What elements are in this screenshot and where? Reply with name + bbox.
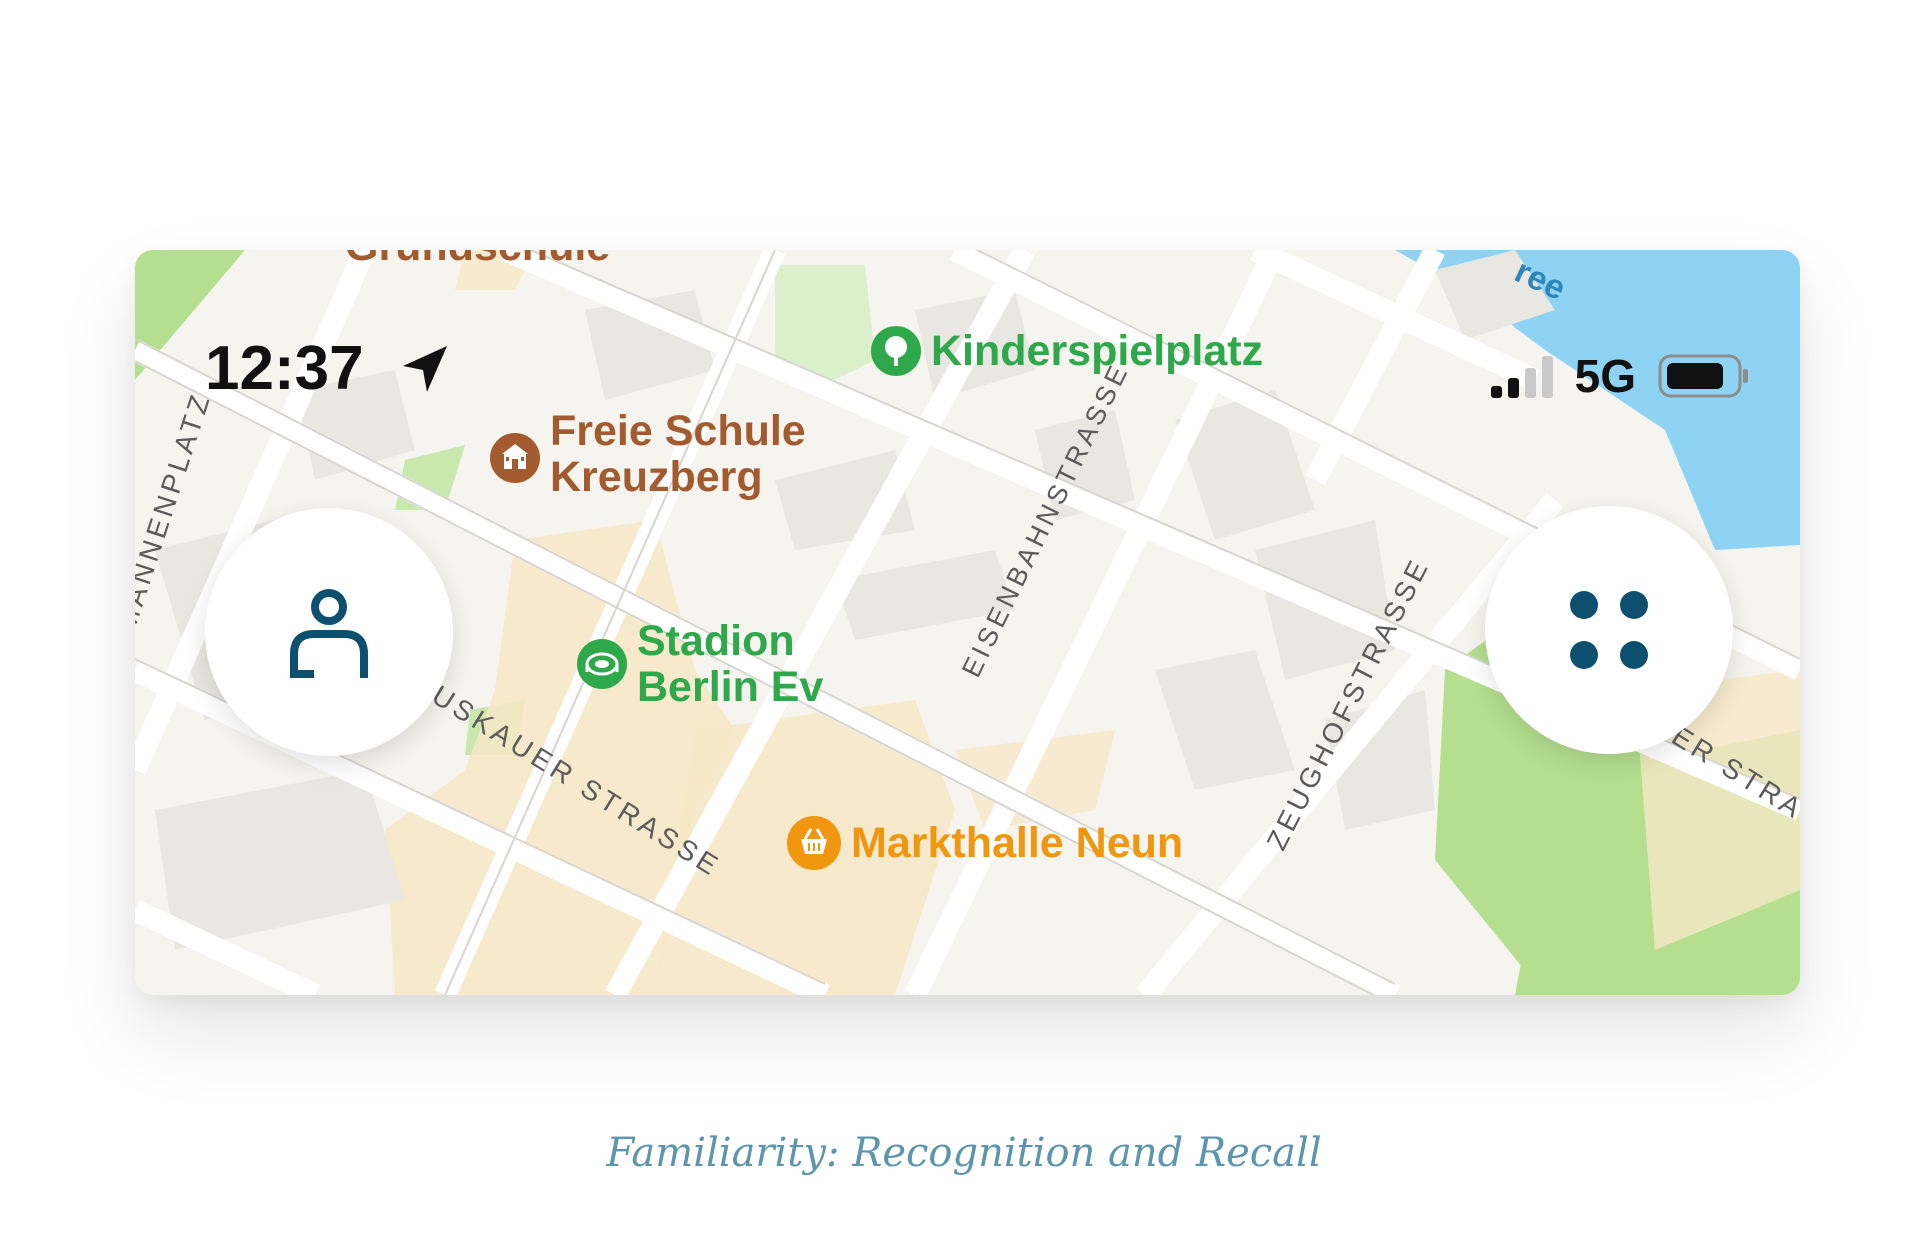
cellular-signal-icon [1490,354,1553,398]
profile-button[interactable] [205,508,453,756]
person-icon [290,589,368,678]
menu-button[interactable] [1485,506,1733,754]
figure-caption: Familiarity: Recognition and Recall [606,1130,1322,1176]
poi-label: Freie Schule Kreuzberg [550,407,806,501]
basket-icon [787,816,841,870]
map-view[interactable]: Grundschule ree Mannenplatz Eisenbahnstr… [135,250,1800,995]
stadium-icon [577,639,627,689]
battery-icon [1658,354,1748,398]
poi-label: Kinderspielplatz [931,327,1264,375]
poi-freie-schule-kreuzberg[interactable]: Freie Schule Kreuzberg [490,408,806,500]
location-arrow-icon [403,346,447,392]
poi-kinderspielplatz[interactable]: Kinderspielplatz [871,326,1263,376]
poi-label: Markthalle Neun [851,819,1184,867]
status-indicators: 5G [1490,348,1750,404]
tree-icon [871,326,921,376]
grundschule-partial-label: Grundschule [345,250,610,271]
status-time: 12:37 [205,334,364,403]
four-dots-icon [1570,591,1648,669]
poi-markthalle-neun[interactable]: Markthalle Neun [787,816,1183,870]
poi-stadion-berlin-ev[interactable]: Stadion Berlin Ev [577,618,823,710]
network-type: 5G [1574,350,1636,402]
poi-label: Stadion Berlin Ev [637,617,824,711]
school-icon [490,433,540,483]
